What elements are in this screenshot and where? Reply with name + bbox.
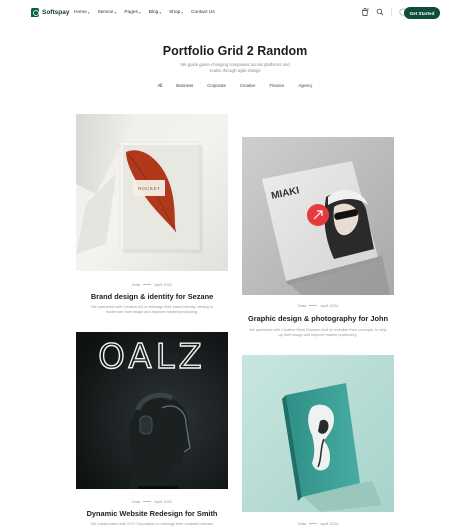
project-image[interactable] <box>242 355 394 512</box>
chevron-down-icon: ▾ <box>181 10 184 15</box>
brand-name: Softspay <box>42 9 70 16</box>
project-category: Data <box>131 499 141 504</box>
nav-item-contact[interactable]: Contact Us <box>191 10 215 15</box>
project-image[interactable]: MIAKI <box>242 137 394 295</box>
project-description: We partnered with Creative AG to redesig… <box>91 305 213 314</box>
project-image[interactable]: WOCKET <box>76 114 228 271</box>
main-nav: Home ▾ Service ▾ Pages ▾ Blog ▾ Shop ▾ Contac… <box>74 10 215 15</box>
get-started-button[interactable]: Get Started <box>404 7 440 19</box>
project-meta: Data April 2024 <box>76 282 228 287</box>
page-intro: We guide game-changing companies across … <box>180 62 290 73</box>
filter-finance[interactable]: Finance <box>270 83 285 88</box>
chevron-down-icon: ▾ <box>159 10 162 15</box>
project-date: April 2024 <box>154 282 173 287</box>
project-date: April 2024 <box>320 521 339 526</box>
chevron-down-icon: ▾ <box>138 10 141 15</box>
site-header: Softspay Home ▾ Service ▾ Pages ▾ Blog ▾ Sho… <box>0 0 470 26</box>
project-category: Data <box>131 282 141 287</box>
nav-label: Contact Us <box>191 10 215 15</box>
oalz-label: OALZ <box>98 337 206 377</box>
filter-creative[interactable]: Creative <box>240 83 256 88</box>
meta-divider <box>309 305 318 307</box>
nav-item-service[interactable]: Service ▾ <box>98 10 117 15</box>
meta-divider <box>143 284 152 286</box>
nav-item-home[interactable]: Home ▾ <box>74 10 90 15</box>
logo-icon <box>31 8 39 17</box>
project-description: We collaborated with XYZ Corporation to … <box>90 522 214 526</box>
header-divider <box>391 8 392 16</box>
nav-label: Service <box>97 10 114 15</box>
project-image[interactable]: OALZ <box>76 332 228 489</box>
search-icon[interactable] <box>376 8 384 16</box>
project-title[interactable]: Graphic design & photography for John <box>232 314 404 323</box>
chevron-down-icon: ▾ <box>114 10 117 15</box>
nav-label: Pages <box>124 10 138 15</box>
filter-all[interactable]: All <box>158 83 163 88</box>
project-meta: Data April 2024 <box>76 499 228 504</box>
bag-icon[interactable] <box>361 8 369 16</box>
project-description: We partnered with Creative Work Romano D… <box>249 328 387 337</box>
project-meta: Data April 2024 <box>242 303 394 308</box>
nav-label: Shop <box>169 10 181 15</box>
nav-item-blog[interactable]: Blog ▾ <box>149 10 161 15</box>
meta-divider <box>143 501 152 503</box>
project-date: April 2024 <box>154 499 173 504</box>
nav-label: Home <box>74 10 87 15</box>
filter-agency[interactable]: Agency <box>298 83 312 88</box>
nav-label: Blog <box>148 10 159 15</box>
nav-item-pages[interactable]: Pages ▾ <box>124 10 140 15</box>
filter-corporate[interactable]: Corporate <box>207 83 226 88</box>
project-category: Data <box>297 521 307 526</box>
portfolio-filters: All Business Corporate Creative Finance … <box>0 83 470 88</box>
project-title[interactable]: Brand design & identity for Sezane <box>66 292 238 301</box>
brand-logo[interactable]: Softspay <box>31 8 69 17</box>
wocket-label: WOCKET <box>138 186 161 191</box>
project-meta: Data April 2024 <box>242 521 394 526</box>
meta-divider <box>309 523 318 525</box>
nav-item-shop[interactable]: Shop ▾ <box>169 10 183 15</box>
chevron-down-icon: ▾ <box>87 10 90 15</box>
header-actions <box>361 8 407 16</box>
filter-business[interactable]: Business <box>176 83 193 88</box>
project-category: Data <box>297 303 307 308</box>
project-title[interactable]: Dynamic Website Redesign for Smith <box>66 509 238 518</box>
page-title: Portfolio Grid 2 Random <box>162 44 308 58</box>
project-date: April 2024 <box>320 303 339 308</box>
